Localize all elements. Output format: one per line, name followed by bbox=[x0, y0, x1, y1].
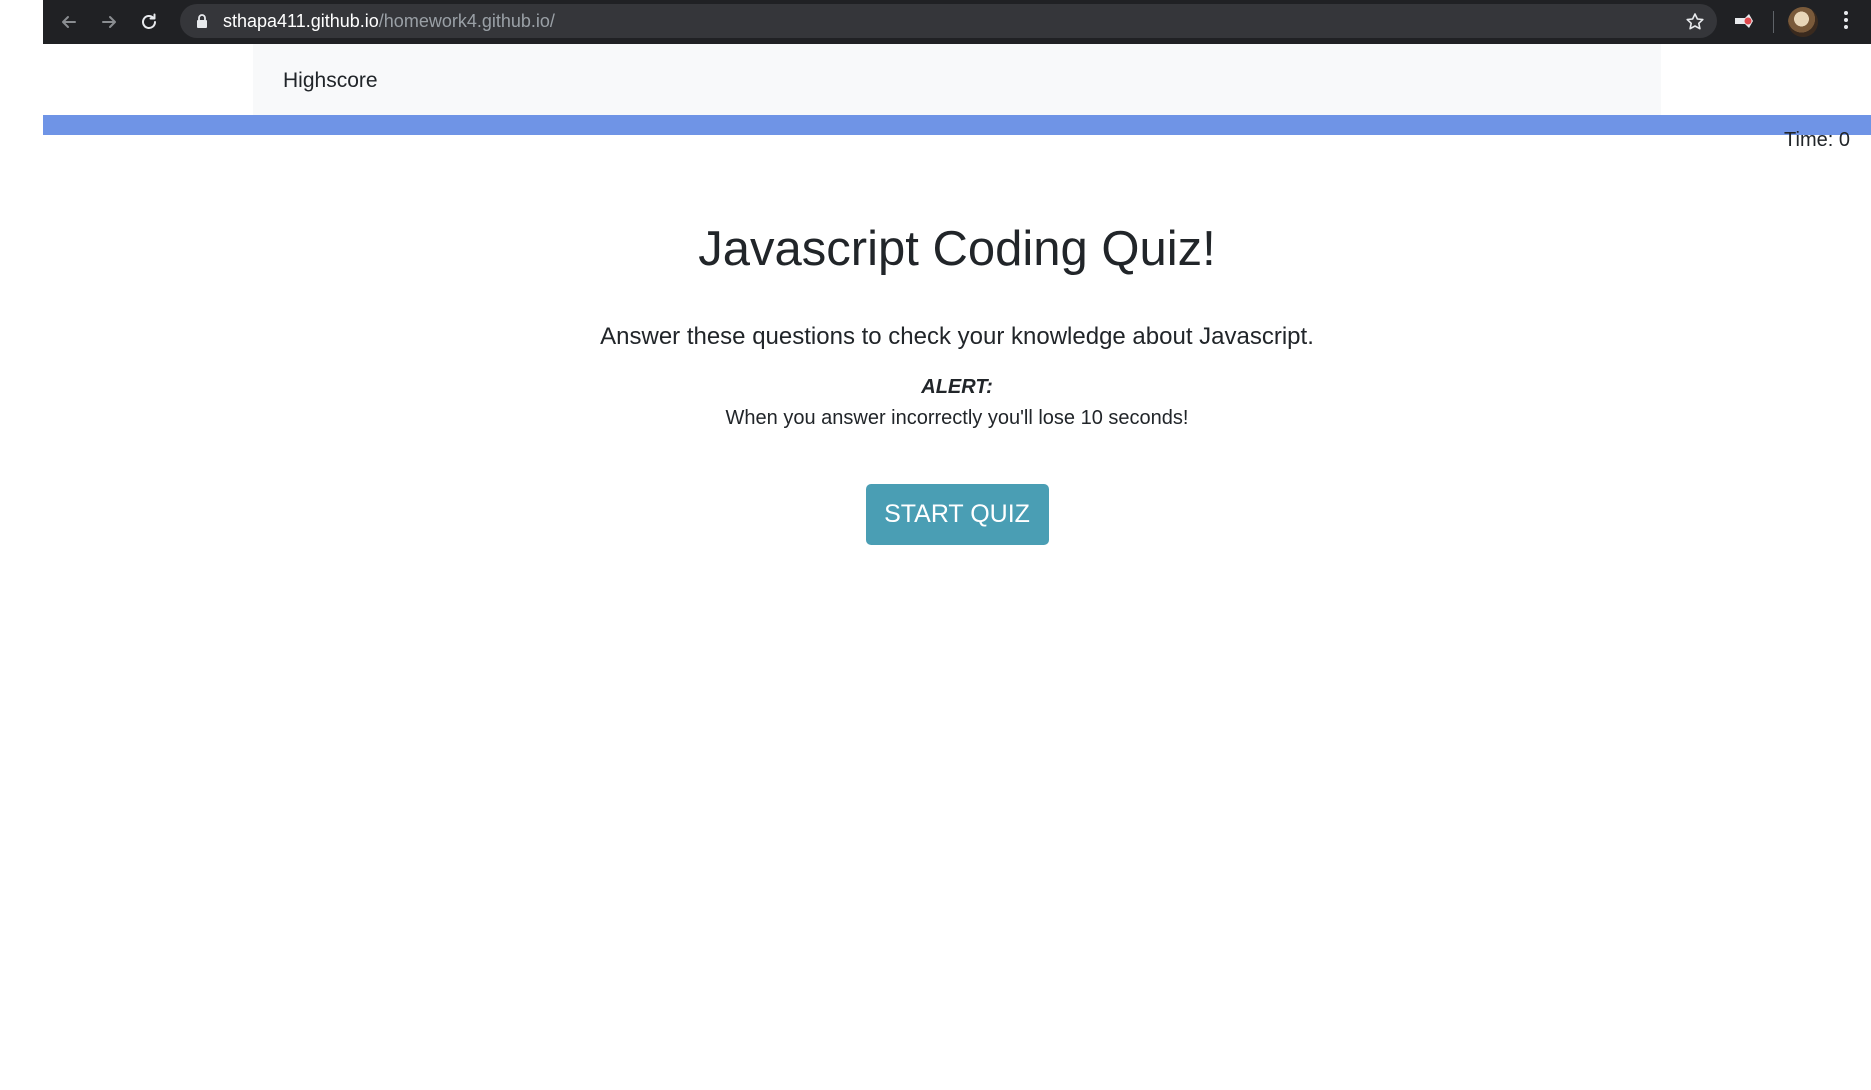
top-navbar: Highscore bbox=[253, 44, 1661, 115]
back-arrow-icon[interactable] bbox=[53, 6, 85, 38]
forward-arrow-icon[interactable] bbox=[93, 6, 125, 38]
url-text[interactable]: sthapa411.github.io/homework4.github.io/ bbox=[223, 4, 555, 38]
intro-text: Answer these questions to check your kno… bbox=[600, 323, 1314, 350]
reload-icon[interactable] bbox=[133, 6, 165, 38]
menu-dots-icon[interactable] bbox=[1836, 8, 1856, 36]
start-quiz-button[interactable]: START QUIZ bbox=[865, 484, 1049, 545]
extension-icon[interactable] bbox=[1733, 10, 1755, 37]
alert-label: ALERT: bbox=[921, 376, 993, 398]
lock-icon bbox=[196, 14, 208, 33]
profile-avatar[interactable] bbox=[1788, 7, 1818, 37]
page: sthapa411.github.io/homework4.github.io/… bbox=[0, 0, 1871, 1090]
browser-toolbar: sthapa411.github.io/homework4.github.io/ bbox=[43, 0, 1871, 44]
progress-bar bbox=[43, 115, 1871, 135]
timer: Time: 0 bbox=[1784, 129, 1850, 152]
quiz-intro: Javascript Coding Quiz! Answer these que… bbox=[43, 210, 1871, 545]
page-title: Javascript Coding Quiz! bbox=[698, 222, 1216, 276]
url-host: sthapa411.github.io bbox=[223, 11, 379, 31]
highscore-link[interactable]: Highscore bbox=[283, 69, 378, 93]
progress-bar-fill bbox=[43, 115, 1871, 135]
toolbar-divider bbox=[1773, 11, 1774, 33]
bookmark-star-icon[interactable] bbox=[1685, 12, 1705, 37]
timer-value: 0 bbox=[1838, 129, 1850, 151]
timer-label: Time: bbox=[1784, 129, 1839, 151]
address-bar[interactable]: sthapa411.github.io/homework4.github.io/ bbox=[180, 4, 1717, 38]
url-path: /homework4.github.io/ bbox=[378, 11, 555, 31]
alert-text: When you answer incorrectly you'll lose … bbox=[725, 407, 1189, 429]
